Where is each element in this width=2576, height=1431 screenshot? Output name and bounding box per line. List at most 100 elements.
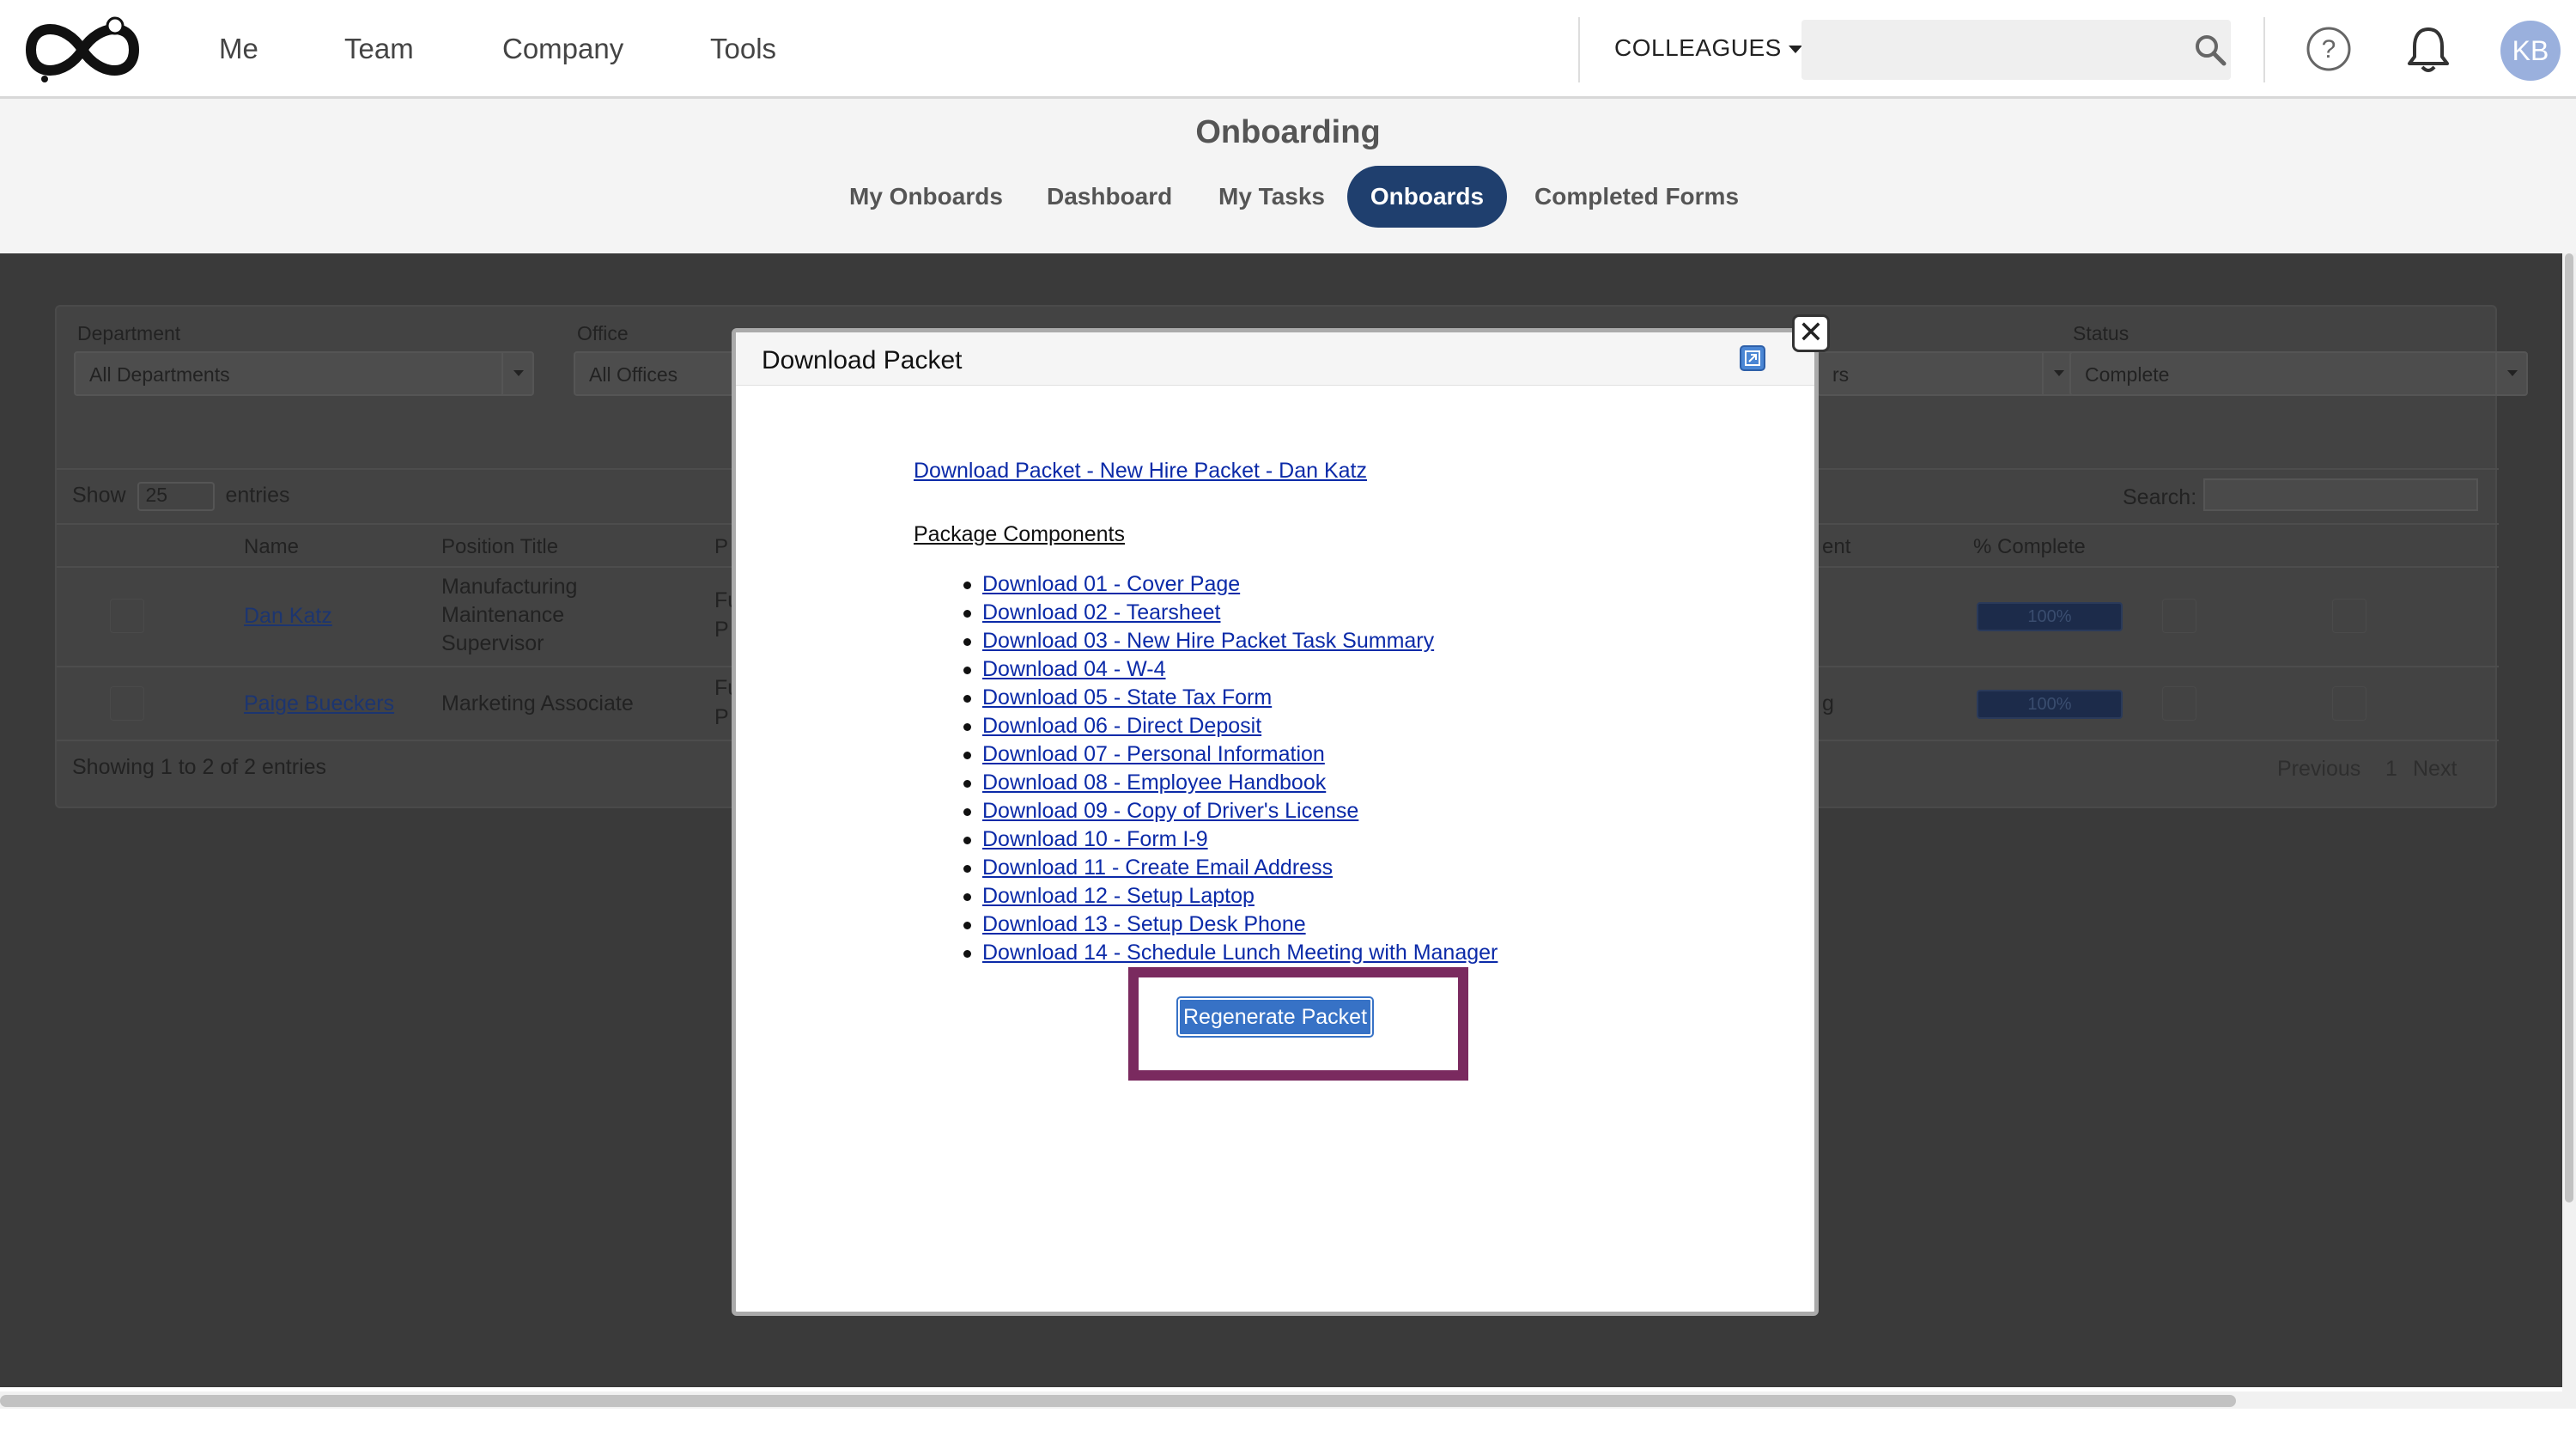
list-item: Download 14 - Schedule Lunch Meeting wit… (963, 939, 1498, 967)
help-icon[interactable]: ? (2306, 26, 2352, 72)
download-component-link[interactable]: Download 14 - Schedule Lunch Meeting wit… (982, 941, 1498, 965)
horizontal-scrollbar[interactable] (0, 1391, 2576, 1409)
progress-bar: 100% (1977, 602, 2123, 631)
entries-select[interactable]: 25 (137, 482, 215, 511)
download-component-link[interactable]: Download 08 - Employee Handbook (982, 770, 1326, 795)
list-item: Download 08 - Employee Handbook (963, 769, 1498, 797)
nav-tools[interactable]: Tools (710, 33, 776, 65)
row-col3b: P (714, 705, 729, 729)
row-name[interactable]: Paige Bueckers (244, 690, 394, 718)
download-component-link[interactable]: Download 03 - New Hire Packet Task Summa… (982, 629, 1434, 653)
progress-bar: 100% (1977, 690, 2123, 719)
header-partial[interactable]: P (714, 535, 728, 559)
divider (2263, 17, 2265, 82)
tab-onboards[interactable]: Onboards (1347, 166, 1507, 228)
folder-icon[interactable] (2162, 686, 2196, 721)
notification-bell-icon[interactable] (2404, 24, 2452, 74)
status-select[interactable]: Complete (2069, 351, 2528, 396)
chevron-down-icon (2495, 353, 2526, 394)
show-label: Show (72, 483, 126, 508)
company-logo[interactable] (22, 14, 143, 86)
package-components-list: Download 01 - Cover Page Download 02 - T… (963, 570, 1498, 967)
show-entries: Show 25 entries (72, 482, 290, 511)
download-component-link[interactable]: Download 13 - Setup Desk Phone (982, 912, 1306, 936)
list-item: Download 01 - Cover Page (963, 570, 1498, 599)
list-item: Download 10 - Form I-9 (963, 825, 1498, 854)
chevron-down-icon (2042, 353, 2073, 394)
svg-text:?: ? (2322, 35, 2336, 64)
edit-icon[interactable] (110, 686, 144, 721)
colleague-search-input[interactable] (1801, 20, 2231, 80)
onboarding-header: Onboarding My Onboards Dashboard My Task… (0, 99, 2576, 253)
row-position: Marketing Associate (441, 691, 634, 716)
partial-filter-select[interactable]: rs (1817, 351, 2075, 396)
list-item: Download 05 - State Tax Form (963, 684, 1498, 712)
partial-filter-value: rs (1832, 363, 1850, 386)
status-value: Complete (2085, 363, 2170, 386)
table-search-input[interactable] (2203, 478, 2478, 511)
department-value: All Departments (89, 363, 230, 386)
nav-me[interactable]: Me (219, 33, 258, 65)
bottom-strip (0, 1409, 2576, 1431)
download-component-link[interactable]: Download 01 - Cover Page (982, 572, 1240, 596)
divider (1578, 17, 1580, 82)
row-col3b: P (714, 618, 729, 642)
download-component-link[interactable]: Download 02 - Tearsheet (982, 600, 1221, 624)
header-name[interactable]: Name (244, 535, 299, 559)
download-component-link[interactable]: Download 06 - Direct Deposit (982, 714, 1261, 738)
list-item: Download 03 - New Hire Packet Task Summa… (963, 627, 1498, 655)
download-component-link[interactable]: Download 09 - Copy of Driver's License (982, 799, 1358, 823)
pager-previous[interactable]: Previous (2277, 757, 2360, 782)
download-component-link[interactable]: Download 12 - Setup Laptop (982, 884, 1255, 908)
folder-icon[interactable] (2162, 599, 2196, 633)
list-item: Download 06 - Direct Deposit (963, 712, 1498, 740)
search-icon[interactable] (2193, 33, 2227, 67)
nav-company[interactable]: Company (502, 33, 623, 65)
package-components-title: Package Components (914, 522, 1125, 546)
tab-my-onboards[interactable]: My Onboards (849, 166, 1003, 228)
department-select[interactable]: All Departments (74, 351, 534, 396)
tab-my-tasks[interactable]: My Tasks (1218, 166, 1325, 228)
close-dialog-button[interactable]: ✕ (1792, 314, 1830, 352)
office-label: Office (577, 322, 629, 344)
download-component-link[interactable]: Download 11 - Create Email Address (982, 856, 1333, 880)
regenerate-packet-button[interactable]: Regenerate Packet (1176, 996, 1374, 1038)
download-component-link[interactable]: Download 04 - W-4 (982, 657, 1166, 681)
row-position: Manufacturing Maintenance Supervisor (441, 575, 578, 655)
chevron-down-icon (501, 353, 532, 394)
trash-icon[interactable] (2332, 599, 2366, 633)
list-item: Download 02 - Tearsheet (963, 599, 1498, 627)
caret-down-icon (1788, 46, 1802, 54)
row-col4: g (1822, 691, 1834, 716)
download-component-link[interactable]: Download 05 - State Tax Form (982, 685, 1272, 709)
dialog-header: Download Packet (736, 332, 1814, 386)
download-component-link[interactable]: Download 10 - Form I-9 (982, 827, 1208, 851)
dialog-title: Download Packet (762, 346, 963, 374)
page-title: Onboarding (1195, 114, 1381, 150)
vertical-scrollbar[interactable] (2562, 253, 2576, 1391)
list-item: Download 09 - Copy of Driver's License (963, 797, 1498, 825)
header-position[interactable]: Position Title (441, 535, 558, 559)
department-label: Department (77, 322, 181, 344)
pager-next[interactable]: Next (2413, 757, 2457, 782)
user-avatar[interactable]: KB (2500, 21, 2561, 81)
row-name[interactable]: Dan Katz (244, 602, 332, 630)
table-search-label: Search: (2123, 485, 2197, 509)
tab-dashboard[interactable]: Dashboard (1047, 166, 1172, 228)
nav-team[interactable]: Team (344, 33, 414, 65)
pager-page-1[interactable]: 1 (2385, 757, 2397, 782)
tab-completed-forms[interactable]: Completed Forms (1534, 166, 1739, 228)
download-packet-link[interactable]: Download Packet - New Hire Packet - Dan … (914, 459, 1367, 484)
horizontal-scrollbar-thumb[interactable] (0, 1395, 2236, 1407)
download-component-link[interactable]: Download 07 - Personal Information (982, 742, 1325, 766)
header-partial-ent[interactable]: ent (1822, 535, 1850, 559)
maximize-icon[interactable] (1739, 344, 1766, 372)
header-percent-complete[interactable]: % Complete (1973, 535, 2086, 559)
colleagues-dropdown[interactable]: COLLEAGUES (1614, 34, 1802, 62)
list-item: Download 11 - Create Email Address (963, 854, 1498, 882)
trash-icon[interactable] (2332, 686, 2366, 721)
vertical-scrollbar-thumb[interactable] (2565, 253, 2573, 1203)
list-item: Download 12 - Setup Laptop (963, 882, 1498, 910)
edit-icon[interactable] (110, 599, 144, 633)
list-item: Download 04 - W-4 (963, 655, 1498, 684)
